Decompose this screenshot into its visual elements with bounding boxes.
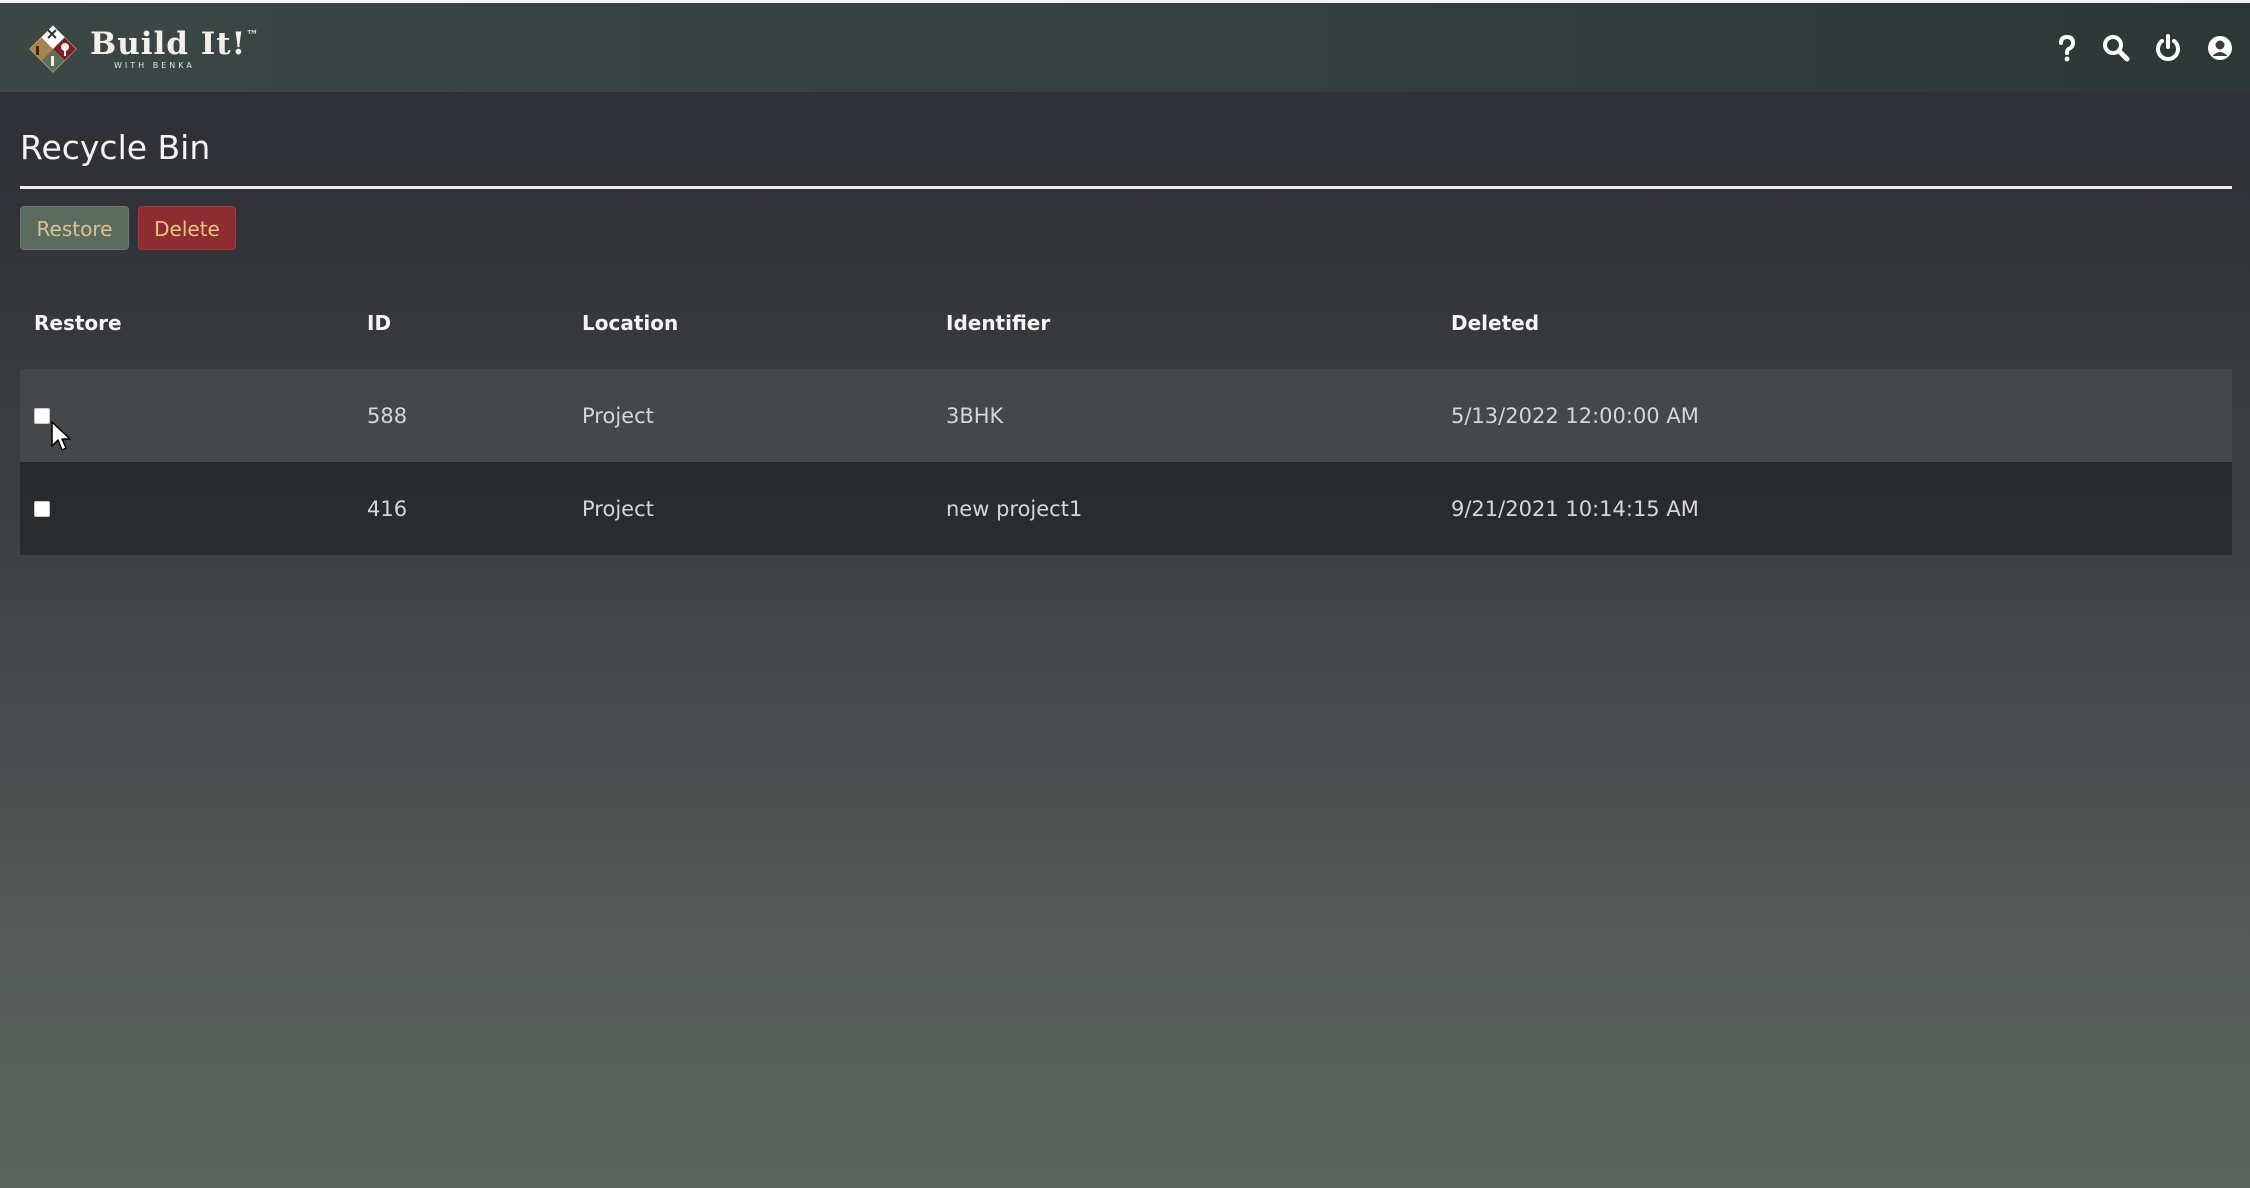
row-deleted-date: 5/13/2022 12:00:00 AM	[1451, 403, 1699, 428]
power-icon[interactable]	[2153, 33, 2183, 63]
table-row[interactable]: 416 Project new project1 9/21/2021 10:14…	[20, 462, 2232, 555]
row-id: 416	[367, 496, 408, 521]
logo-trademark: ™	[246, 27, 260, 42]
page-title: Recycle Bin	[20, 128, 211, 167]
table-header-row: Restore ID Location Identifier Deleted	[20, 277, 2232, 369]
logo-subtitle: WITH BENKA	[114, 60, 195, 70]
top-navbar: Build It!™ WITH BENKA	[0, 0, 2250, 92]
search-icon[interactable]	[2101, 33, 2131, 63]
row-identifier: new project1	[946, 496, 1083, 521]
logo-title: Build It!	[90, 25, 247, 62]
column-header-restore: Restore	[34, 311, 122, 335]
recycle-bin-table: Restore ID Location Identifier Deleted 5…	[20, 277, 2232, 555]
user-icon[interactable]	[2205, 33, 2235, 63]
title-divider	[20, 186, 2232, 189]
row-checkbox-cell	[34, 462, 50, 555]
column-header-deleted[interactable]: Deleted	[1451, 277, 1539, 369]
row-location: Project	[582, 496, 654, 521]
build-it-logo-icon	[29, 25, 77, 73]
restore-button[interactable]: Restore	[20, 206, 129, 250]
row-deleted-date: 9/21/2021 10:14:15 AM	[1451, 496, 1699, 521]
column-header-location[interactable]: Location	[582, 277, 678, 369]
mouse-pointer-icon	[51, 421, 71, 451]
row-restore-checkbox[interactable]	[34, 500, 50, 517]
help-icon[interactable]	[2052, 33, 2082, 63]
row-identifier: 3BHK	[946, 403, 1004, 428]
row-id: 588	[367, 403, 408, 428]
column-header-id[interactable]: ID	[367, 277, 391, 369]
table-row[interactable]: 588 Project 3BHK 5/13/2022 12:00:00 AM	[20, 369, 2232, 462]
app-logo[interactable]: Build It!™ WITH BENKA	[24, 19, 259, 79]
column-header-identifier[interactable]: Identifier	[946, 277, 1050, 369]
row-checkbox-cell	[34, 369, 50, 462]
delete-button[interactable]: Delete	[138, 206, 236, 250]
row-location: Project	[582, 403, 654, 428]
row-restore-checkbox[interactable]	[34, 407, 50, 424]
